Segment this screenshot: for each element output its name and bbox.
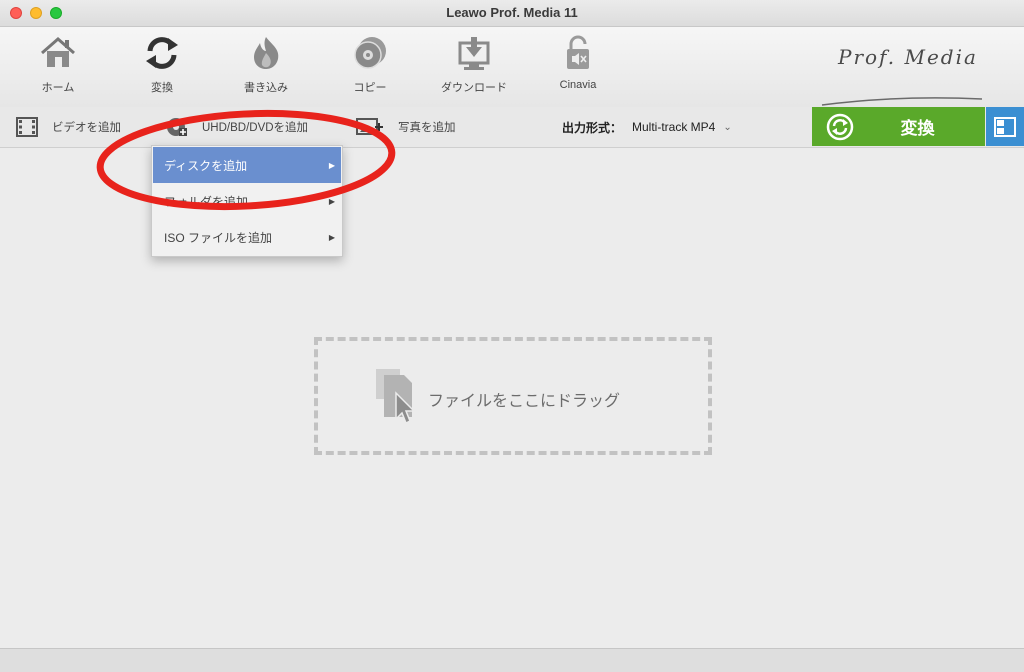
add-video-button[interactable]: ビデオを追加: [16, 107, 121, 147]
nav-download-label: ダウンロード: [441, 82, 507, 94]
output-format-selector[interactable]: 出力形式： Multi-track MP4 ⌄: [562, 107, 732, 147]
nav-download[interactable]: ダウンロード: [434, 35, 514, 95]
main-nav: ホーム 変換 書き込み コピー ダウンロード Cinavia Prof. Med…: [0, 27, 1024, 107]
brand-swoosh: [821, 97, 983, 106]
menu-item-label: ISO ファイルを追加: [164, 230, 273, 245]
nav-home-label: ホーム: [41, 82, 75, 94]
menu-item-label: ディスクを追加: [164, 158, 248, 173]
nav-convert-label: 変換: [151, 82, 173, 94]
nav-cinavia[interactable]: Cinavia: [538, 35, 618, 91]
add-disc-label: UHD/BD/DVDを追加: [202, 122, 309, 134]
output-format-label: 出力形式：: [562, 120, 623, 135]
layout-toggle-button[interactable]: [986, 107, 1024, 146]
nav-burn-label: 書き込み: [244, 82, 288, 94]
convert-button-label: 変換: [900, 119, 935, 138]
film-icon: [16, 117, 38, 137]
menu-item-add-iso[interactable]: ISO ファイルを追加 ▶: [153, 219, 341, 255]
chevron-down-icon: ⌄: [723, 121, 732, 133]
layout-icon: [994, 116, 1016, 137]
nav-home[interactable]: ホーム: [18, 35, 98, 95]
app-window: Leawo Prof. Media 11 ホーム 変換 書き込み コピー ダウン…: [0, 0, 1024, 672]
disc-add-icon: [167, 118, 187, 136]
convert-icon: [146, 37, 178, 69]
brand-logo: Prof. Media: [838, 45, 978, 69]
download-icon: [458, 37, 490, 70]
convert-circle-icon: [826, 113, 854, 141]
file-drop-zone[interactable]: ファイルをここにドラッグ: [314, 337, 712, 455]
menu-item-add-disc[interactable]: ディスクを追加 ▶: [153, 147, 341, 183]
copy-icon: [354, 37, 386, 69]
title-bar: Leawo Prof. Media 11: [0, 0, 1024, 27]
add-photo-button[interactable]: 写真を追加: [356, 107, 456, 147]
add-video-label: ビデオを追加: [52, 122, 121, 134]
add-disc-button[interactable]: UHD/BD/DVDを追加: [166, 107, 308, 147]
home-icon: [41, 37, 75, 67]
menu-item-label: フォルダを追加: [164, 194, 249, 209]
cinavia-icon: [567, 35, 589, 69]
nav-cinavia-label: Cinavia: [559, 79, 597, 91]
output-format-value: Multi-track MP4: [632, 120, 716, 134]
drag-file-icon: [376, 369, 416, 425]
menu-item-add-folder[interactable]: フォルダを追加 ▶: [153, 183, 341, 219]
photo-add-icon: [356, 118, 383, 135]
convert-button[interactable]: 変換: [812, 107, 985, 146]
nav-copy-label: コピー: [353, 82, 387, 94]
status-bar: [0, 648, 1024, 672]
burn-icon: [254, 37, 279, 69]
add-photo-label: 写真を追加: [398, 122, 456, 134]
nav-copy[interactable]: コピー: [330, 35, 410, 95]
nav-convert[interactable]: 変換: [122, 35, 202, 95]
nav-burn[interactable]: 書き込み: [226, 35, 306, 95]
submenu-arrow-icon: ▶: [328, 232, 335, 242]
add-disc-menu: ディスクを追加 ▶ フォルダを追加 ▶ ISO ファイルを追加 ▶: [151, 145, 343, 257]
window-title: Leawo Prof. Media 11: [446, 5, 578, 20]
drop-zone-text: ファイルをここにドラッグ: [428, 393, 621, 410]
submenu-arrow-icon: ▶: [328, 160, 335, 170]
submenu-arrow-icon: ▶: [328, 196, 335, 206]
